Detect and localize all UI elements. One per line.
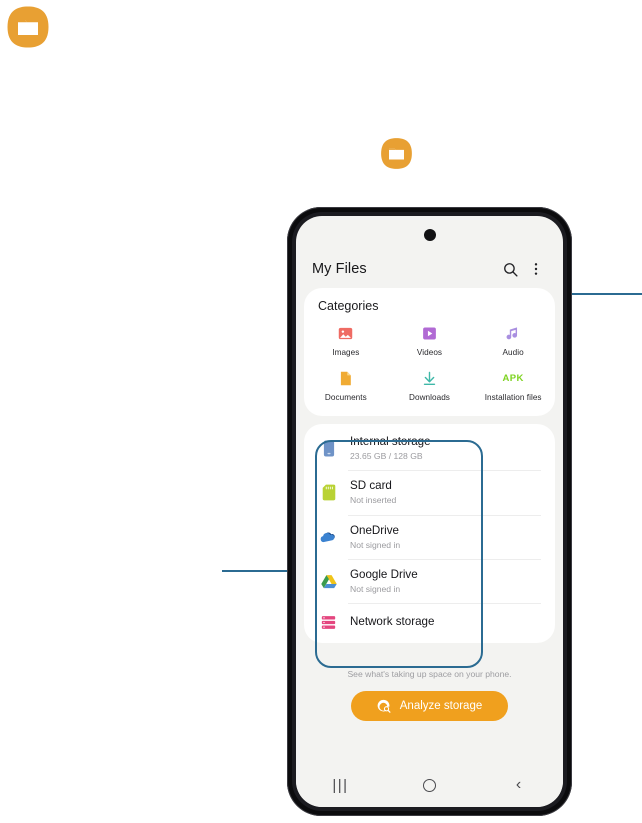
category-label: Audio: [502, 348, 524, 357]
search-icon[interactable]: [499, 258, 521, 280]
storage-item-subtitle: Not signed in: [350, 539, 401, 550]
storage-item-sd-card[interactable]: SD card Not inserted: [304, 470, 555, 514]
category-item-videos[interactable]: Videos: [388, 319, 472, 359]
navigation-bar: ||| ‹: [296, 763, 563, 807]
category-item-documents[interactable]: Documents: [304, 364, 388, 404]
document-icon: [336, 368, 356, 388]
download-arrow-icon: [419, 368, 439, 388]
apk-icon: APK: [502, 368, 524, 388]
category-label: Downloads: [409, 393, 450, 402]
recents-icon[interactable]: |||: [321, 770, 361, 800]
categories-heading: Categories: [318, 299, 379, 313]
storage-item-onedrive[interactable]: OneDrive Not signed in: [304, 514, 555, 559]
phone-bezel: My Files Categories Images Videos Audio …: [292, 212, 567, 811]
network-storage-icon: [320, 612, 337, 632]
storage-item-title: SD card: [350, 479, 392, 493]
home-icon[interactable]: [410, 770, 450, 800]
analyze-storage-button[interactable]: Analyze storage: [350, 691, 509, 722]
front-camera-icon: [423, 229, 436, 241]
category-grid: Images Videos Audio Documents Downloads …: [304, 319, 555, 404]
storage-item-network-storage[interactable]: Network storage: [304, 603, 555, 641]
recents-label: |||: [332, 776, 349, 794]
folder-icon-small: [381, 138, 412, 169]
storage-item-title: Google Drive: [350, 567, 418, 581]
storage-item-title: Network storage: [350, 614, 435, 628]
analyze-storage-icon: [377, 699, 392, 714]
page-title: My Files: [312, 261, 367, 277]
analyze-storage-section: See what's taking up space on your phone…: [296, 651, 563, 722]
storage-item-subtitle: 23.65 GB / 128 GB: [350, 450, 423, 461]
phone-screen: My Files Categories Images Videos Audio …: [296, 216, 563, 807]
category-item-downloads[interactable]: Downloads: [388, 364, 472, 404]
home-glyph: [423, 778, 436, 792]
apk-glyph: APK: [502, 372, 524, 384]
storage-item-google-drive[interactable]: Google Drive Not signed in: [304, 558, 555, 603]
category-item-installation-files[interactable]: APK Installation files: [471, 364, 555, 404]
analyze-storage-hint: See what's taking up space on your phone…: [347, 669, 512, 680]
onedrive-icon: [320, 527, 337, 547]
sd-card-icon: [320, 482, 337, 502]
folder-icon-large: [7, 6, 49, 48]
phone-storage-icon: [320, 438, 337, 458]
analyze-storage-button-label: Analyze storage: [399, 700, 483, 713]
back-icon[interactable]: ‹: [499, 770, 539, 800]
back-label: ‹: [515, 776, 522, 793]
app-content: Categories Images Videos Audio Documents…: [296, 288, 563, 763]
category-label: Documents: [324, 393, 367, 402]
image-icon: [336, 323, 356, 343]
storage-item-title: OneDrive: [350, 523, 399, 537]
video-play-icon: [419, 323, 439, 343]
category-item-audio[interactable]: Audio: [471, 319, 555, 359]
storage-item-internal-storage[interactable]: Internal storage 23.65 GB / 128 GB: [304, 426, 555, 470]
category-label: Installation files: [484, 393, 542, 402]
music-note-icon: [503, 323, 523, 343]
google-drive-icon: [320, 571, 337, 591]
categories-card: Categories Images Videos Audio Documents…: [304, 288, 555, 416]
app-bar: My Files: [296, 250, 563, 288]
storage-item-title: Internal storage: [350, 435, 431, 448]
storage-item-subtitle: Not signed in: [350, 583, 401, 594]
phone-device: My Files Categories Images Videos Audio …: [287, 207, 572, 816]
category-item-images[interactable]: Images: [304, 319, 388, 359]
storage-list: Internal storage 23.65 GB / 128 GB SD ca…: [304, 424, 555, 644]
category-label: Images: [332, 348, 360, 357]
more-options-icon[interactable]: [525, 258, 547, 280]
storage-item-subtitle: Not inserted: [350, 495, 397, 506]
category-label: Videos: [416, 348, 443, 357]
